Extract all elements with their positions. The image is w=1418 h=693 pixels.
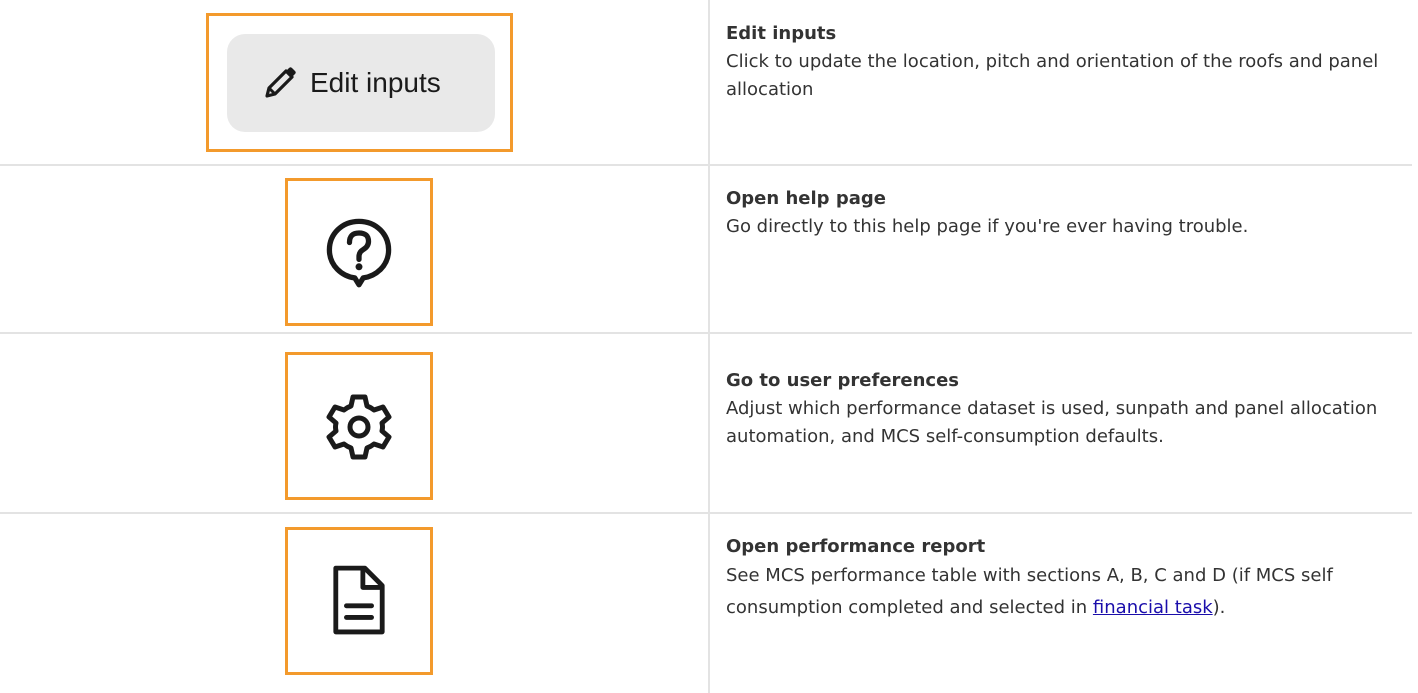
pencil-icon — [265, 67, 296, 98]
row-description: Adjust which performance dataset is used… — [726, 398, 1378, 447]
text-cell: Edit inputs Click to update the location… — [726, 22, 1396, 104]
gear-icon[interactable] — [318, 387, 400, 467]
highlight-frame — [285, 178, 433, 326]
text-cell: Open performance report See MCS performa… — [726, 535, 1396, 624]
edit-inputs-button[interactable]: Edit inputs — [227, 34, 495, 132]
row-title: Open performance report — [726, 536, 986, 557]
icon-cell — [0, 514, 708, 693]
financial-task-link[interactable]: financial task — [1093, 597, 1213, 618]
row-title: Open help page — [726, 188, 886, 209]
table-row: Open help page Go directly to this help … — [0, 166, 1412, 334]
description-text: See MCS performance table with sections … — [726, 565, 1333, 618]
icon-cell: Edit inputs — [0, 0, 708, 164]
document-icon[interactable] — [330, 564, 388, 638]
text-cell: Go to user preferences Adjust which perf… — [726, 369, 1396, 451]
icon-cell — [0, 334, 708, 512]
highlight-frame — [285, 527, 433, 675]
text-cell: Open help page Go directly to this help … — [726, 187, 1396, 241]
edit-inputs-button-label: Edit inputs — [310, 67, 441, 98]
row-description: Go directly to this help page if you're … — [726, 216, 1249, 237]
row-title: Edit inputs — [726, 23, 837, 44]
row-title: Go to user preferences — [726, 370, 960, 391]
row-description: Click to update the location, pitch and … — [726, 51, 1379, 100]
description-text: ). — [1212, 597, 1226, 618]
help-circle-icon[interactable] — [322, 214, 396, 290]
table-row: Open performance report See MCS performa… — [0, 514, 1412, 693]
icon-cell — [0, 166, 708, 332]
table-row: Go to user preferences Adjust which perf… — [0, 334, 1412, 514]
row-description: See MCS performance table with sections … — [726, 560, 1396, 624]
highlight-frame — [285, 352, 433, 500]
help-table: Edit inputs Edit inputs Click to update … — [0, 0, 1418, 693]
highlight-frame: Edit inputs — [206, 13, 513, 152]
table-row: Edit inputs Edit inputs Click to update … — [0, 0, 1412, 166]
